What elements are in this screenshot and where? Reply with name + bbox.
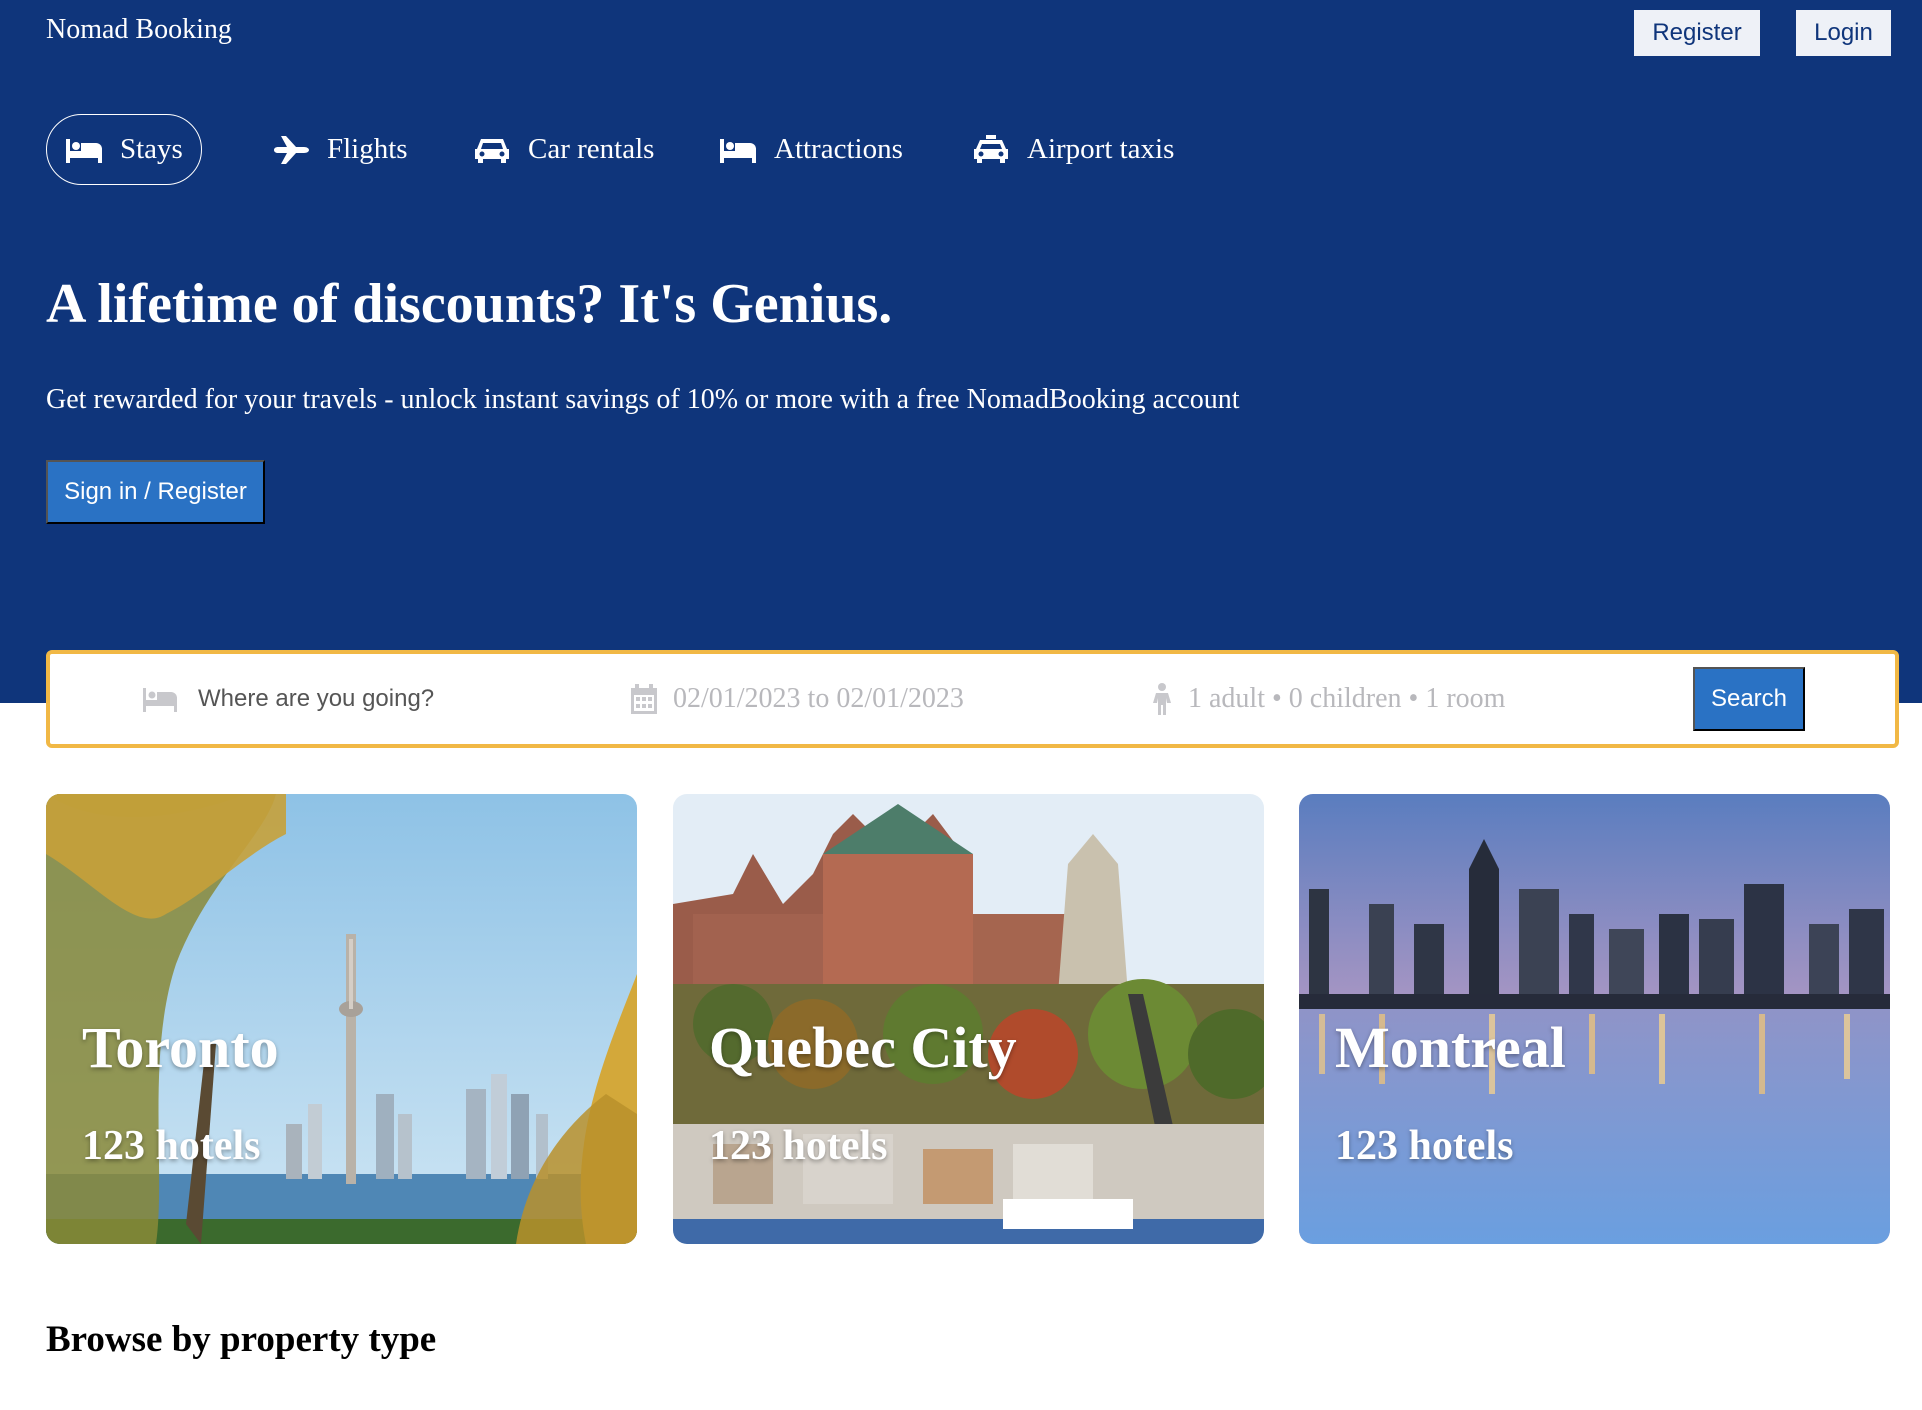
browse-property-type-title: Browse by property type [46,1319,437,1360]
car-icon [475,138,509,163]
nav-item-flights[interactable]: Flights [272,114,408,185]
bed-icon [66,138,102,163]
nav-item-airport-taxis[interactable]: Airport taxis [972,114,1174,185]
hero-header [0,0,1922,703]
nav-item-stays[interactable]: Stays [46,114,202,185]
nav-item-label: Attractions [774,133,903,165]
destination-field[interactable]: Where are you going? [142,654,434,744]
person-icon [1153,683,1171,715]
nav-item-car-rentals[interactable]: Car rentals [473,114,654,185]
hero-title: A lifetime of discounts? It's Genius. [46,273,893,335]
date-field[interactable]: 02/01/2023 to 02/01/2023 [630,654,964,744]
destination-input[interactable]: Where are you going? [198,685,434,713]
nav-item-label: Flights [327,133,408,165]
sign-in-register-button[interactable]: Sign in / Register [46,460,265,524]
nav-item-label: Car rentals [528,133,655,165]
bed-icon [143,688,177,712]
city-name: Quebec City [709,1015,1017,1080]
guests-field[interactable]: 1 adult • 0 children • 1 room [1150,654,1505,744]
bed-icon [720,138,756,163]
brand-logo[interactable]: Nomad Booking [46,14,232,46]
nav-item-label: Airport taxis [1027,133,1175,165]
hotel-count: 123 hotels [1335,1123,1514,1169]
nav-item-attractions[interactable]: Attractions [719,114,903,185]
city-card-toronto[interactable]: Toronto 123 hotels [46,794,637,1244]
calendar-icon [631,684,657,714]
city-card-montreal[interactable]: Montreal 123 hotels [1299,794,1890,1244]
search-button[interactable]: Search [1693,667,1805,731]
city-name: Montreal [1335,1015,1566,1080]
nav-item-label: Stays [120,133,183,165]
date-range-value: 02/01/2023 to 02/01/2023 [673,683,964,714]
hotel-count: 123 hotels [709,1123,888,1169]
login-button[interactable]: Login [1796,10,1891,56]
register-button[interactable]: Register [1634,10,1760,56]
guests-value: 1 adult • 0 children • 1 room [1188,683,1506,714]
search-bar: Where are you going? 02/01/2023 to 02/01… [46,650,1899,748]
hotel-count: 123 hotels [82,1123,261,1169]
taxi-icon [974,134,1008,163]
hero-subtitle: Get rewarded for your travels - unlock i… [46,384,1240,415]
city-card-quebec-city[interactable]: Quebec City 123 hotels [673,794,1264,1244]
plane-icon [274,135,309,164]
city-name: Toronto [82,1015,279,1080]
